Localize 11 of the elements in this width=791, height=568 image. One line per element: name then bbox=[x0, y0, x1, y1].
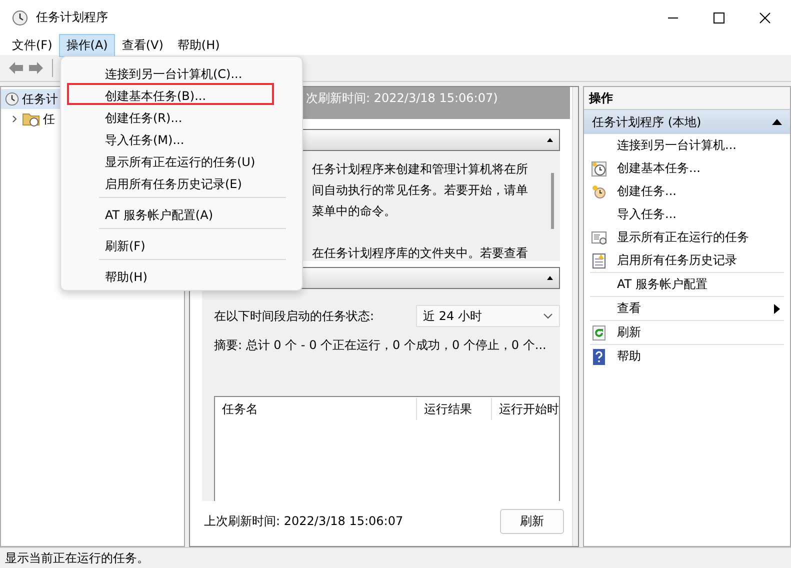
overview-text: 菜单中的命令。 bbox=[312, 203, 397, 220]
window-title: 任务计划程序 bbox=[36, 9, 108, 26]
overview-text: 任务计划程序来创建和管理计算机将在所 bbox=[312, 161, 529, 178]
overview-text: 在任务计划程序库的文件夹中。若要查看 bbox=[312, 245, 529, 261]
status-label: 在以下时间段启动的任务状态: bbox=[214, 308, 374, 324]
header-text: 次刷新时间: 2022/3/18 15:06:07) bbox=[306, 91, 498, 105]
overview-text: 间自动执行的常见任务。若要开始，请单 bbox=[312, 182, 529, 199]
status-text: 显示当前正在运行的任务。 bbox=[5, 550, 149, 566]
summary-text: 摘要: 总计 0 个 - 0 个正在运行，0 个成功，0 个停止，0 个... bbox=[214, 337, 548, 354]
pane-title: 操作 bbox=[584, 87, 790, 110]
last-refresh-text: 上次刷新时间: 2022/3/18 15:06:07 bbox=[204, 513, 404, 530]
